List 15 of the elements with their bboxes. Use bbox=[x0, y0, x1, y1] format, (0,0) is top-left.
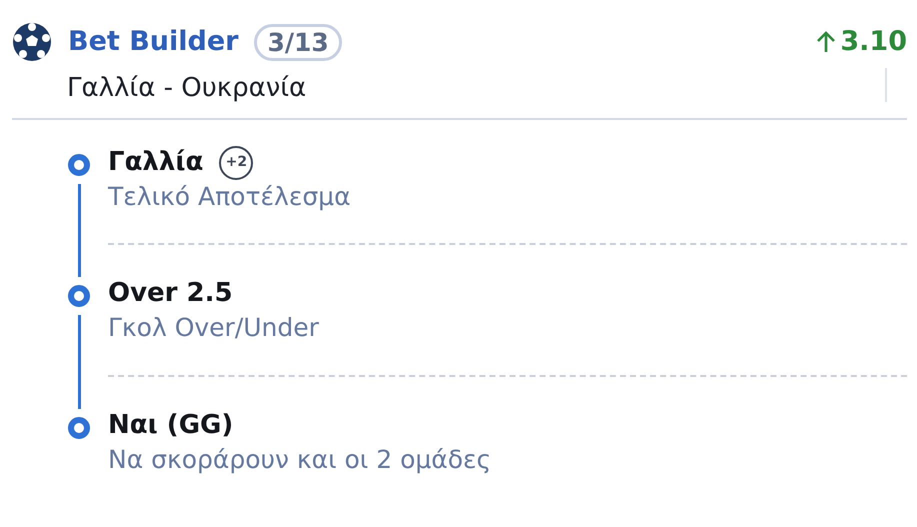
timeline-dot bbox=[68, 285, 90, 308]
selection-name: Over 2.5 bbox=[108, 277, 233, 310]
extra-count: +2 bbox=[219, 146, 254, 180]
selection-name: Γαλλία bbox=[108, 146, 204, 179]
timeline-dot bbox=[68, 416, 90, 439]
selection-count: 3/13 bbox=[254, 24, 342, 61]
timeline-dot bbox=[68, 154, 90, 176]
soccer-ball-icon bbox=[12, 22, 52, 62]
market-name: Τελικό Αποτέλεσμα bbox=[108, 180, 352, 212]
market-name: Να σκοράρουν και οι 2 ομάδες bbox=[108, 444, 492, 476]
bet-builder-title: Bet Builder bbox=[68, 26, 238, 58]
market-name: Γκολ Over/Under bbox=[108, 312, 320, 344]
match-name: Γαλλία - Ουκρανία bbox=[67, 72, 306, 104]
selection-name: Ναι (GG) bbox=[108, 408, 234, 442]
odds-value: 3.10 bbox=[840, 25, 907, 59]
